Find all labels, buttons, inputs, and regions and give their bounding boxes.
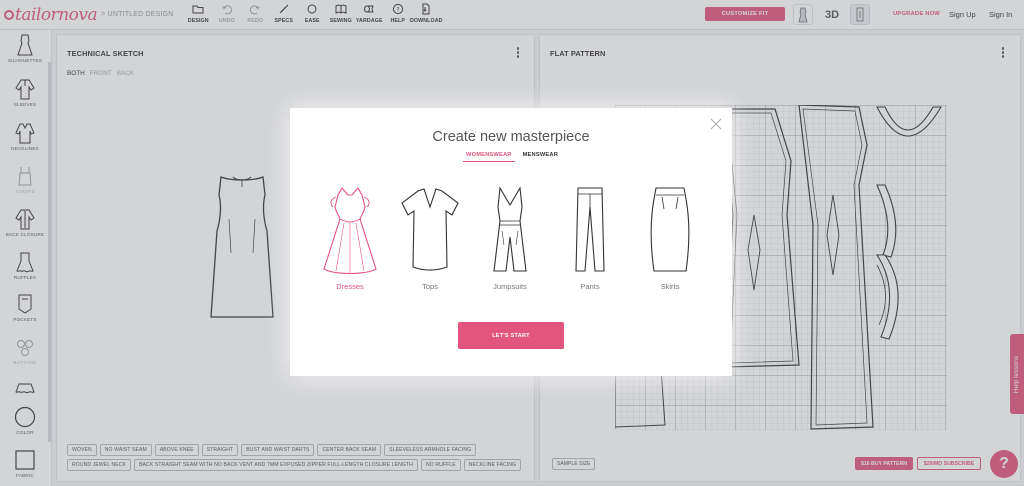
category-label: Dresses bbox=[336, 282, 364, 291]
category-label: Skirts bbox=[660, 282, 680, 291]
tab-menswear[interactable]: MENSWEAR bbox=[520, 151, 561, 162]
lets-start-button[interactable]: LET'S START bbox=[458, 322, 564, 349]
jumpsuit-icon bbox=[493, 186, 527, 272]
create-design-modal: Create new masterpiece WOMENSWEAR MENSWE… bbox=[290, 108, 732, 376]
modal-title: Create new masterpiece bbox=[432, 129, 590, 145]
category-pants[interactable]: Pants bbox=[555, 185, 625, 291]
dress-icon bbox=[323, 187, 377, 275]
category-tops[interactable]: Tops bbox=[395, 185, 465, 291]
category-skirts[interactable]: Skirts bbox=[635, 185, 705, 291]
top-icon bbox=[401, 188, 459, 271]
category-dresses[interactable]: Dresses bbox=[315, 185, 385, 291]
category-label: Jumpsuits bbox=[493, 282, 527, 291]
garment-categories: Dresses Tops Jumpsuits Pants Skirts bbox=[315, 185, 707, 297]
category-jumpsuits[interactable]: Jumpsuits bbox=[475, 185, 545, 291]
tab-womenswear[interactable]: WOMENSWEAR bbox=[463, 151, 515, 162]
gender-tabs: WOMENSWEAR MENSWEAR bbox=[463, 151, 561, 162]
category-label: Pants bbox=[580, 282, 600, 291]
skirt-icon bbox=[650, 187, 690, 272]
category-label: Tops bbox=[422, 282, 438, 291]
pants-icon bbox=[575, 187, 605, 272]
